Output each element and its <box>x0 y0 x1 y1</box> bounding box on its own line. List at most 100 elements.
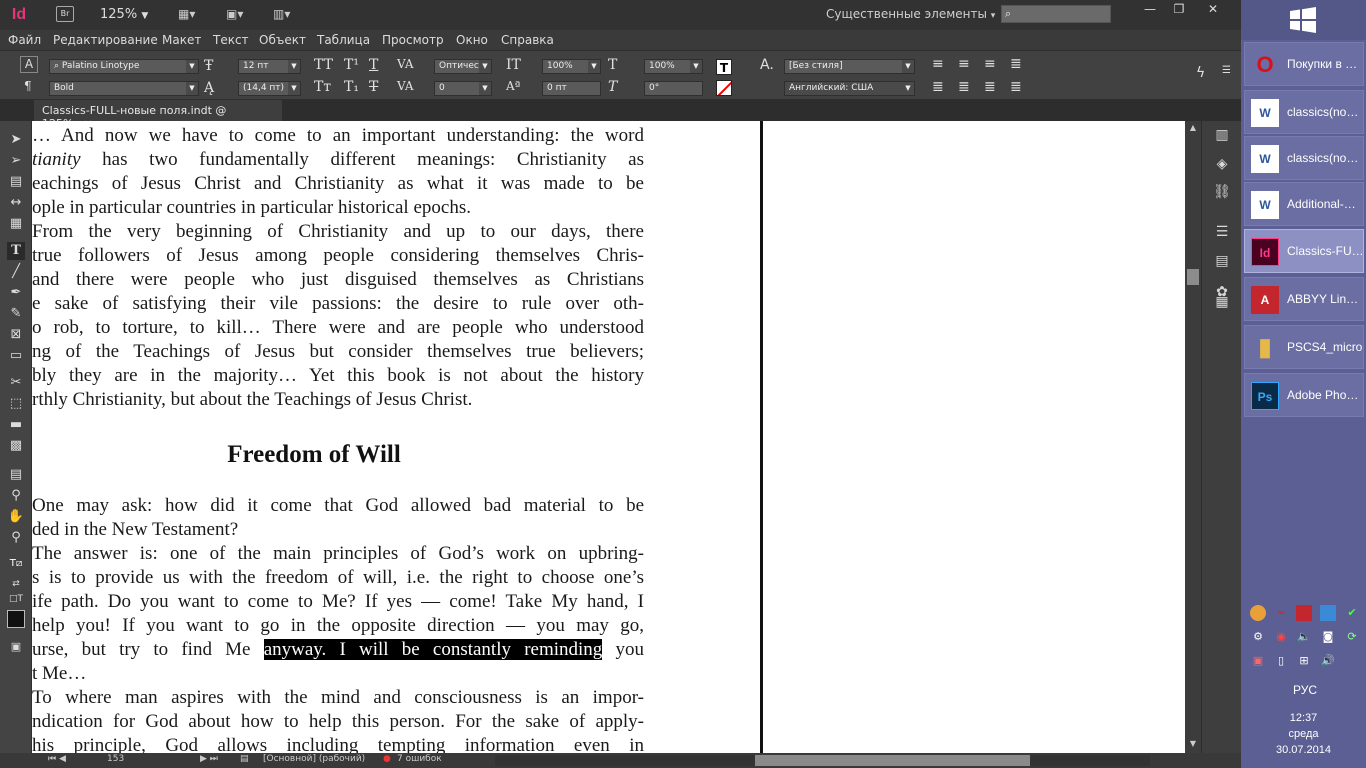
vertical-scroll-thumb[interactable] <box>1187 269 1199 285</box>
apply-color-icon[interactable] <box>7 610 25 628</box>
tracking-field[interactable]: 0 ▼ <box>434 81 492 96</box>
justify-full-icon[interactable]: ≣ <box>1010 79 1022 95</box>
tray-usb-icon[interactable]: ⚙ <box>1250 629 1266 645</box>
arrange-documents-icon[interactable]: ▥▾ <box>273 7 299 22</box>
taskbar-item-opera[interactable]: O Покупки в … <box>1244 42 1364 86</box>
type-tool-icon[interactable]: T <box>7 242 25 260</box>
page-number[interactable]: 153 <box>107 754 124 764</box>
tray-camera-icon[interactable]: ◙ <box>1320 629 1336 645</box>
tray-opera-icon[interactable]: ◉ <box>1273 629 1289 645</box>
taskbar-item-word[interactable]: Wclassics(no… <box>1244 90 1364 134</box>
tray-abbyy-icon[interactable] <box>1296 605 1312 621</box>
rectangle-tool-icon[interactable]: ▭ <box>7 347 25 365</box>
note-tool-icon[interactable]: ▤ <box>7 466 25 484</box>
selected-text[interactable]: anyway. I will be constantly reminding <box>263 639 603 660</box>
start-button[interactable] <box>1241 0 1366 40</box>
table-panel-icon[interactable]: ▦ <box>1213 293 1231 311</box>
screen-mode-icon[interactable]: ▣▾ <box>226 7 252 22</box>
zoom-dropdown[interactable]: 125% ▼ <box>100 7 148 22</box>
scissors-tool-icon[interactable]: ✂ <box>7 374 25 392</box>
page-nav-next-icon[interactable]: ▶ ⏭ <box>200 754 218 764</box>
stroke-color-swatch[interactable] <box>716 80 732 96</box>
page-options-icon[interactable]: ▤ <box>240 754 249 764</box>
superscript-icon[interactable]: T¹ <box>344 57 359 73</box>
skew-field[interactable]: 0° <box>644 81 703 96</box>
pencil-tool-icon[interactable]: ✎ <box>7 305 25 323</box>
align-left-icon[interactable]: ≡ <box>932 56 944 72</box>
kerning-field[interactable]: Оптическ ▼ <box>434 59 492 74</box>
taskbar-item-photoshop[interactable]: Ps Adobe Pho… <box>1244 373 1364 417</box>
close-button[interactable]: ✕ <box>1190 0 1236 18</box>
document-canvas[interactable]: … And now we have to come to an importan… <box>32 121 1185 753</box>
vertical-scale-field[interactable]: 100% ▼ <box>542 59 601 74</box>
align-right-icon[interactable]: ≡ <box>984 56 996 72</box>
formatting-affects-text-icon[interactable]: □T <box>7 590 25 608</box>
vertical-scrollbar[interactable]: ▲ ▼ <box>1185 121 1201 753</box>
paragraph-formatting-icon[interactable]: ¶ <box>24 79 32 93</box>
tray-acrobat-icon[interactable]: ⌁ <box>1273 605 1289 621</box>
all-caps-icon[interactable]: TT <box>314 57 333 73</box>
tray-alert-icon[interactable]: ▣ <box>1250 653 1266 669</box>
eyedropper-tool-icon[interactable]: ⚲ <box>7 487 25 505</box>
menu-object[interactable]: Объект <box>259 33 306 47</box>
page-nav-first-icon[interactable]: ⏮ ◀ <box>48 754 66 764</box>
input-language[interactable]: РУС <box>1293 683 1317 697</box>
horizontal-scroll-thumb[interactable] <box>755 755 1030 766</box>
free-transform-tool-icon[interactable]: ⬚ <box>7 395 25 413</box>
master-status[interactable]: [Основной] (рабочий) <box>263 754 365 764</box>
layers-panel-icon[interactable]: ◈ <box>1213 155 1231 173</box>
subscript-icon[interactable]: T₁ <box>344 79 359 95</box>
tray-volume-icon[interactable]: 🔈 <box>1296 629 1312 645</box>
menu-help[interactable]: Справка <box>501 33 554 47</box>
text-frame[interactable]: … And now we have to come to an importan… <box>32 121 644 753</box>
font-family-field[interactable]: ⌕ Palatino Linotype ▼ <box>49 59 199 74</box>
taskbar-item-abbyy[interactable]: A ABBYY Lin… <box>1244 277 1364 321</box>
menu-edit[interactable]: Редактирование <box>53 33 158 47</box>
stroke-panel-icon[interactable]: ☰ <box>1213 223 1231 241</box>
line-tool-icon[interactable]: ╱ <box>7 263 25 281</box>
justify-center-icon[interactable]: ≣ <box>958 79 970 95</box>
menu-window[interactable]: Окно <box>456 33 488 47</box>
strikethrough-icon[interactable]: T <box>369 79 378 95</box>
menu-file[interactable]: Файл <box>8 33 41 47</box>
tray-sync-icon[interactable]: ⟳ <box>1344 629 1360 645</box>
pages-panel-icon[interactable]: ▥ <box>1213 126 1231 144</box>
justify-all-icon[interactable]: ≣ <box>932 79 944 95</box>
clock[interactable]: 12:37 среда 30.07.2014 <box>1241 710 1366 758</box>
taskbar-item-indesign[interactable]: Id Classics-FU… <box>1244 229 1364 273</box>
menu-type[interactable]: Текст <box>213 33 249 47</box>
tray-icon[interactable] <box>1250 605 1266 621</box>
swatches-panel-icon[interactable]: ▤ <box>1213 252 1231 270</box>
hand-tool-icon[interactable]: ✋ <box>7 508 25 526</box>
gradient-feather-tool-icon[interactable]: ▩ <box>7 437 25 455</box>
page-tool-icon[interactable]: ▤ <box>7 173 25 191</box>
workspace-switcher[interactable]: Существенные элементы ▾ <box>826 7 995 21</box>
document-tab[interactable]: Classics-FULL-новые поля.indt @ 125%× <box>34 100 282 130</box>
lightning-icon[interactable]: ϟ <box>1196 65 1205 81</box>
search-field[interactable]: ⌕ <box>1001 5 1111 23</box>
preflight-errors[interactable]: 7 ошибок <box>397 754 442 764</box>
align-center-icon[interactable]: ≡ <box>958 56 970 72</box>
menu-view[interactable]: Просмотр <box>382 33 444 47</box>
tray-network-adapter-icon[interactable]: ⊞ <box>1296 653 1312 669</box>
tray-network-icon[interactable] <box>1320 605 1336 621</box>
rectangle-frame-tool-icon[interactable]: ⊠ <box>7 326 25 344</box>
horizontal-scale-field[interactable]: 100% ▼ <box>644 59 703 74</box>
leading-field[interactable]: (14,4 пт) ▼ <box>238 81 301 96</box>
justify-right-icon[interactable]: ≣ <box>984 79 996 95</box>
small-caps-icon[interactable]: Tт <box>314 79 331 95</box>
content-collector-icon[interactable]: ▦ <box>7 215 25 233</box>
view-options-icon[interactable]: ▦▾ <box>178 7 204 22</box>
menu-table[interactable]: Таблица <box>317 33 370 47</box>
baseline-shift-field[interactable]: 0 пт <box>542 81 601 96</box>
zoom-tool-icon[interactable]: ⚲ <box>7 529 25 547</box>
taskbar-item-folder[interactable]: ▮ PSCS4_micro <box>1244 325 1364 369</box>
screen-mode-icon[interactable]: ▣ <box>7 638 25 656</box>
taskbar-item-word[interactable]: Wclassics(no… <box>1244 136 1364 180</box>
language-field[interactable]: Английский: США ▼ <box>784 81 915 96</box>
bridge-button[interactable]: Br <box>56 6 74 22</box>
justify-left-icon[interactable]: ≣ <box>1010 56 1022 72</box>
tray-speaker-icon[interactable]: 🔊 <box>1320 653 1336 669</box>
pen-tool-icon[interactable]: ✒ <box>7 284 25 302</box>
links-panel-icon[interactable]: ⛓ <box>1213 183 1231 201</box>
